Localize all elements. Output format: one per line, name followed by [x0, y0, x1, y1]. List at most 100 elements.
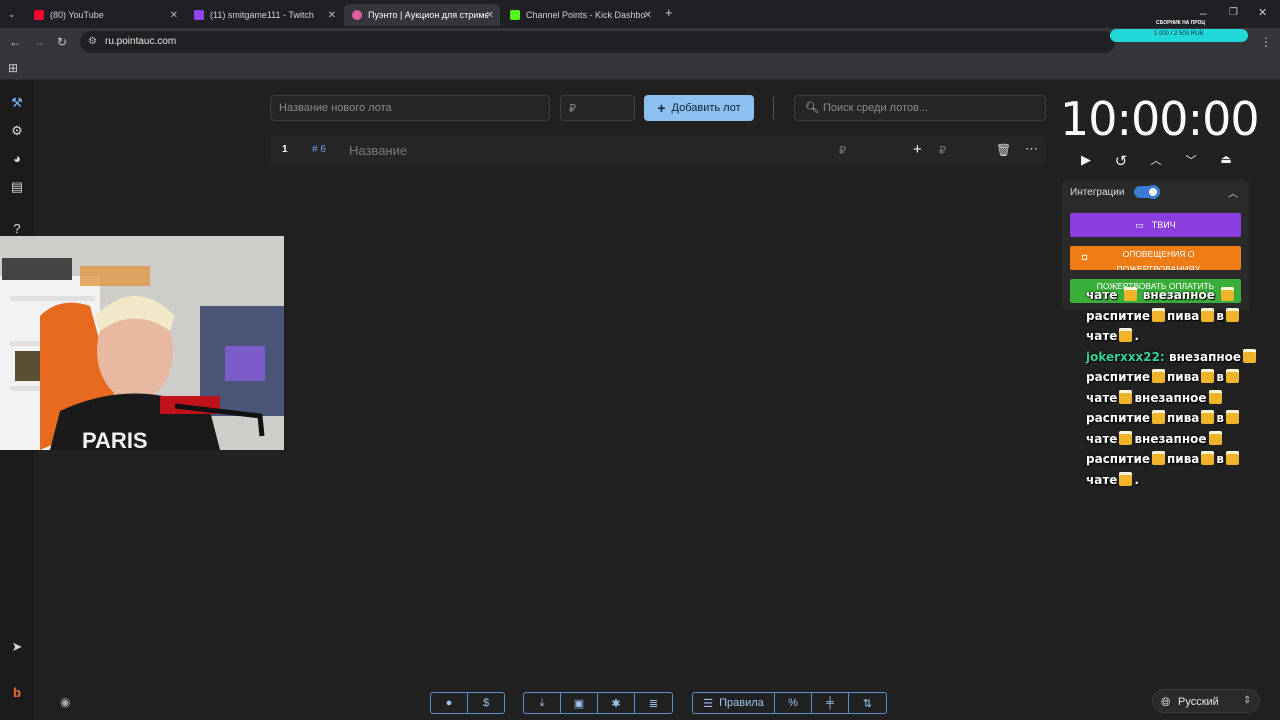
beer-emote-icon [1152, 307, 1166, 322]
language-select[interactable]: 🌐︎ Русский ⇕ [1152, 689, 1260, 713]
add-amount-plus-icon[interactable]: + [913, 141, 922, 158]
close-icon[interactable]: ✕ [644, 10, 652, 21]
tab-pointauc[interactable]: Пуэнто | Аукцион для стримеров ✕ [344, 4, 500, 26]
chevron-up-icon[interactable]: ︿ [1146, 152, 1166, 170]
beer-emote-icon [1226, 369, 1239, 383]
rules-button[interactable]: ☰ Правила [693, 693, 775, 713]
beer-emote-icon [1119, 471, 1133, 486]
pointauc-app: ⚒ ⚙ ◕ ▤ ? ➤ b Название нового лота ₽ + Д… [0, 80, 1280, 720]
browser-tab-strip: ⌄ (80) YouTube ✕ (11) smitgame111 - Twit… [0, 0, 1280, 28]
chat-text: внезапное [1134, 390, 1207, 405]
list-icon: ☰ [703, 697, 714, 710]
chat-text: чате [1086, 390, 1118, 405]
chat-line: чате. [1086, 326, 1272, 347]
menu-icon[interactable]: ⋮ [1260, 35, 1272, 49]
forward-icon[interactable]: → [33, 35, 45, 49]
reset-icon[interactable]: ↺ [1111, 152, 1131, 170]
more-icon[interactable]: ⋯ [1025, 141, 1038, 157]
url-text: ru.pointauc.com [105, 36, 177, 47]
donate-dollar-icon[interactable]: $ [468, 693, 504, 713]
bookmarks-bar: ⊞ [0, 56, 1280, 80]
site-info-icon[interactable]: ⚙ [88, 36, 97, 47]
chat-text: распитие [1086, 308, 1151, 323]
github-icon[interactable]: ● [431, 693, 468, 713]
tab-search-icon[interactable]: ⌄ [8, 7, 16, 21]
chat-text: внезапное [1142, 288, 1215, 302]
toggle-knob [1146, 185, 1160, 199]
goal-progress: 2 000 / 2 500 RUB [1154, 31, 1204, 37]
bug-icon[interactable]: ✱ [598, 693, 635, 713]
svg-text:PARIS: PARIS [82, 428, 148, 450]
maximize-icon[interactable]: ❐ [1229, 6, 1238, 20]
lot-amount-input[interactable]: ₽ [560, 95, 635, 121]
auction-hammer-icon[interactable]: ⚒ [8, 94, 26, 112]
beer-emote-icon [1221, 287, 1235, 301]
percent-icon[interactable]: % [775, 693, 812, 713]
new-tab-button[interactable]: + [665, 6, 673, 20]
beer-emote-icon [1152, 451, 1166, 465]
donation-goal-badge: СБОРНИК НА ПРОЦ 2 000 / 2 500 RUB [1110, 20, 1248, 42]
beer-emote-icon [1201, 410, 1215, 424]
integrations-toggle[interactable] [1134, 185, 1160, 199]
telegram-icon[interactable]: ➤ [8, 638, 26, 656]
wheel-icon[interactable]: ◕ [8, 150, 26, 168]
reload-icon[interactable]: ↻ [57, 35, 67, 49]
play-icon[interactable]: ▶ [1076, 152, 1096, 170]
chat-text: распитие [1086, 452, 1151, 466]
chat-text: распитие [1086, 370, 1151, 384]
beer-emote-icon [1226, 307, 1239, 322]
tab-youtube[interactable]: (80) YouTube ✕ [26, 4, 184, 26]
chat-text: распитие [1086, 411, 1151, 425]
tab-title: Пуэнто | Аукцион для стримеров [368, 10, 488, 20]
beer-emote-icon [1152, 410, 1166, 424]
youtube-icon [34, 10, 44, 20]
lot-name-input[interactable]: Название нового лота [270, 95, 550, 121]
tab-title: (11) smitgame111 - Twitch [210, 10, 314, 20]
download-icon[interactable]: ⤓ [524, 693, 561, 713]
donation-alerts-button[interactable]: ◘ ОПОВЕЩЕНИЯ О ПОЖЕРТВОВАНИЯХ [1070, 246, 1241, 270]
kick-icon [510, 10, 520, 20]
chat-text: чате [1086, 288, 1118, 302]
beer-emote-icon [1226, 410, 1239, 424]
globe-icon: 🌐︎ [1161, 695, 1171, 709]
sort-icon[interactable]: ⇅ [849, 693, 886, 713]
beer-emote-icon [1119, 430, 1133, 445]
address-bar[interactable]: ⚙ ru.pointauc.com [80, 31, 1115, 53]
close-icon[interactable]: ✕ [328, 10, 336, 21]
add-lot-button[interactable]: + Добавить лот [644, 95, 754, 121]
boosty-icon[interactable]: b [8, 684, 26, 702]
close-icon[interactable]: ✕ [170, 10, 178, 21]
tab-kick[interactable]: Channel Points - Kick Dashboard ✕ [502, 4, 658, 26]
chat-text: в [1216, 308, 1224, 323]
tab-title: (80) YouTube [50, 10, 104, 20]
lot-amount-field[interactable]: ₽ [839, 144, 846, 157]
lot-name-field[interactable]: Название [349, 143, 407, 158]
beer-emote-icon [1119, 328, 1133, 342]
window-close-icon[interactable]: ✕ [1258, 6, 1267, 20]
twitch-integration-button[interactable]: ▭ ТВИЧ [1070, 213, 1241, 237]
trash-icon[interactable]: 🗑︎ [996, 143, 1011, 157]
collapse-chevron-icon[interactable]: ︿ [1228, 185, 1238, 200]
chat-line: чате внезапное [1086, 388, 1272, 409]
eye-icon[interactable]: ◉ [60, 695, 70, 709]
view-actions-group: ☰ Правила % ╪ ⇅ [692, 692, 887, 714]
split-icon[interactable]: ╪ [812, 693, 849, 713]
chevron-down-icon[interactable]: ﹀ [1181, 152, 1201, 170]
settings-gear-icon[interactable]: ⚙ [8, 122, 26, 140]
close-icon[interactable]: ✕ [486, 10, 494, 21]
apps-icon[interactable]: ⊞ [8, 61, 18, 75]
file-actions-group: ⤓ ▣ ✱ ≣ [523, 692, 673, 714]
lot-row[interactable]: 1 # 6 Название ₽ + ₽ 🗑︎ ⋯ [270, 136, 1046, 164]
back-icon[interactable]: ← [9, 35, 21, 49]
double-chevron-up-icon[interactable]: ⏏ [1216, 152, 1236, 170]
lot-add-amount-field[interactable]: ₽ [939, 144, 946, 157]
lot-index: 1 [282, 144, 288, 155]
minimize-icon[interactable]: – [1200, 6, 1207, 20]
clear-list-icon[interactable]: ≣ [635, 693, 672, 713]
lot-search-input[interactable]: 🔍︎ Поиск среди лотов... [794, 95, 1046, 121]
tab-twitch[interactable]: (11) smitgame111 - Twitch ✕ [186, 4, 342, 26]
save-icon[interactable]: ▣ [561, 693, 598, 713]
beer-emote-icon [1119, 389, 1133, 404]
clipboard-icon[interactable]: ▤ [8, 178, 26, 196]
chat-line: чате внезапное [1086, 285, 1272, 306]
